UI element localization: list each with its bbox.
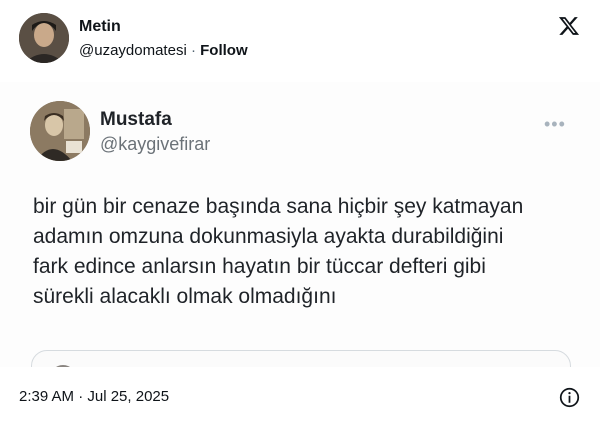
tweet-header: Metin @uzaydomatesi · Follow xyxy=(0,0,600,80)
quoted-author-handle: @kaygivefirar xyxy=(100,134,211,154)
separator: · xyxy=(190,42,196,59)
author-avatar[interactable] xyxy=(19,13,69,63)
follow-button[interactable]: Follow xyxy=(200,42,248,59)
quoted-author-name: Mustafa xyxy=(100,109,172,130)
timestamp-link[interactable]: 2:39 AM · Jul 25, 2025 xyxy=(19,388,169,405)
quoted-tweet-text: bir gün bir cenaze başında sana hiçbir ş… xyxy=(33,195,524,308)
author-meta: @uzaydomatesi · Follow xyxy=(79,42,248,59)
author-handle[interactable]: @uzaydomatesi xyxy=(79,42,187,59)
more-options-icon: ••• xyxy=(544,114,566,134)
tweet-footer: 2:39 AM · Jul 25, 2025 xyxy=(0,367,600,427)
x-logo-icon[interactable] xyxy=(558,15,580,37)
info-icon[interactable] xyxy=(559,387,580,408)
quoted-tweet-screenshot: Mustafa @kaygivefirar ••• bir gün bir ce… xyxy=(0,82,600,412)
author-name[interactable]: Metin xyxy=(79,18,121,36)
quoted-author-avatar xyxy=(30,101,90,161)
